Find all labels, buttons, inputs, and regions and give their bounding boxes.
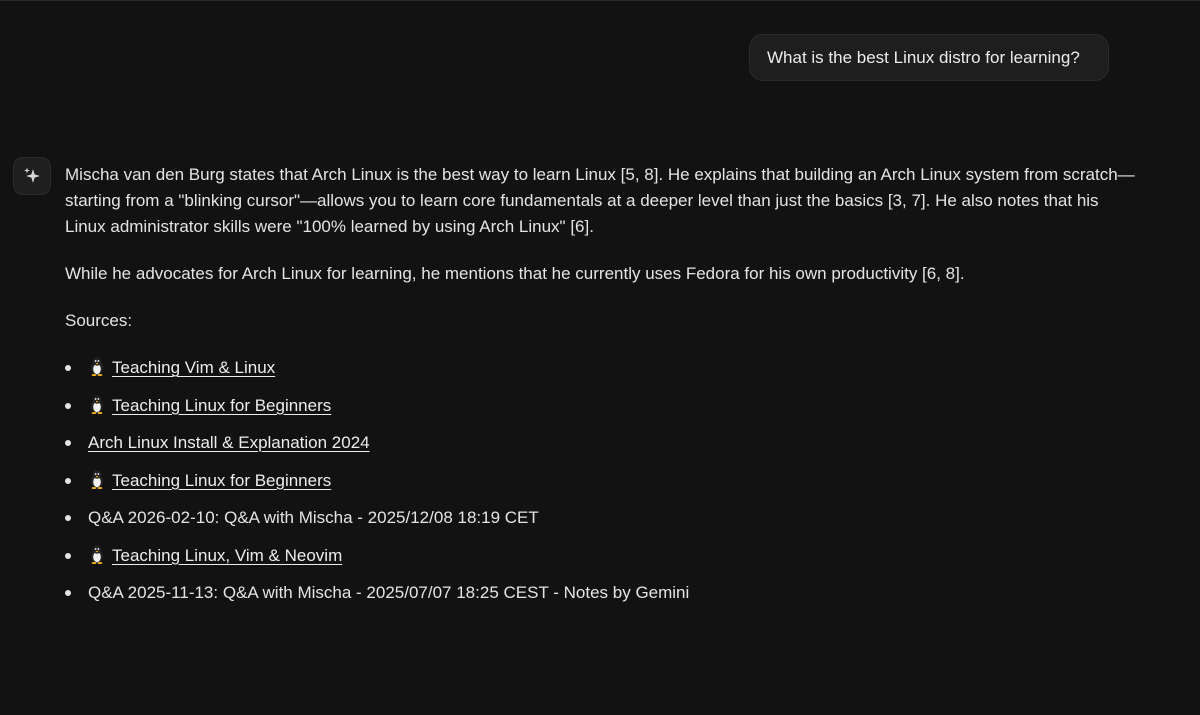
top-divider [0,0,1200,1]
source-label: Q&A 2025-11-13: Q&A with Mischa - 2025/0… [88,583,690,602]
source-item[interactable]: Teaching Vim & Linux [65,355,1140,393]
source-label: Q&A 2026-02-10: Q&A with Mischa - 2025/1… [88,508,539,527]
source-label: Teaching Linux for Beginners [112,395,332,415]
penguin-icon [88,544,106,564]
penguin-icon [88,394,106,414]
source-label: Teaching Linux for Beginners [112,470,332,490]
source-item: Q&A 2026-02-10: Q&A with Mischa - 2025/1… [65,505,1140,543]
source-link[interactable]: Arch Linux Install & Explanation 2024 [88,433,370,452]
source-label: Teaching Linux, Vim & Neovim [112,545,343,565]
source-item[interactable]: Teaching Linux for Beginners [65,468,1140,506]
source-item[interactable]: Teaching Linux, Vim & Neovim [65,543,1140,581]
response-paragraph: Mischa van den Burg states that Arch Lin… [65,165,1135,236]
source-label: Teaching Vim & Linux [112,358,276,377]
user-message-bubble: What is the best Linux distro for learni… [749,34,1109,81]
sources-heading: Sources: [65,311,133,330]
source-link[interactable]: Teaching Linux, Vim & Neovim [88,544,343,565]
assistant-response: Mischa van den Burg states that Arch Lin… [65,162,1140,618]
user-message-text: What is the best Linux distro for learni… [767,47,1080,67]
source-link[interactable]: Teaching Linux for Beginners [88,394,332,415]
source-link[interactable]: Teaching Vim & Linux [88,356,276,377]
source-label: Arch Linux Install & Explanation 2024 [88,433,370,452]
sources-list: Teaching Vim & Linux Teaching Linux for B… [65,355,1140,618]
source-link[interactable]: Teaching Linux for Beginners [88,469,332,490]
sparkle-icon [24,167,40,183]
response-paragraph: While he advocates for Arch Linux for le… [65,264,965,283]
penguin-icon [88,469,106,489]
source-item[interactable]: Arch Linux Install & Explanation 2024 [65,430,1140,468]
source-text: Q&A 2025-11-13: Q&A with Mischa - 2025/0… [88,583,689,602]
source-item[interactable]: Teaching Linux for Beginners [65,393,1140,431]
source-text: Q&A 2026-02-10: Q&A with Mischa - 2025/1… [88,508,539,527]
penguin-icon [88,356,106,376]
assistant-avatar [13,157,51,195]
source-item: Q&A 2025-11-13: Q&A with Mischa - 2025/0… [65,580,1140,618]
